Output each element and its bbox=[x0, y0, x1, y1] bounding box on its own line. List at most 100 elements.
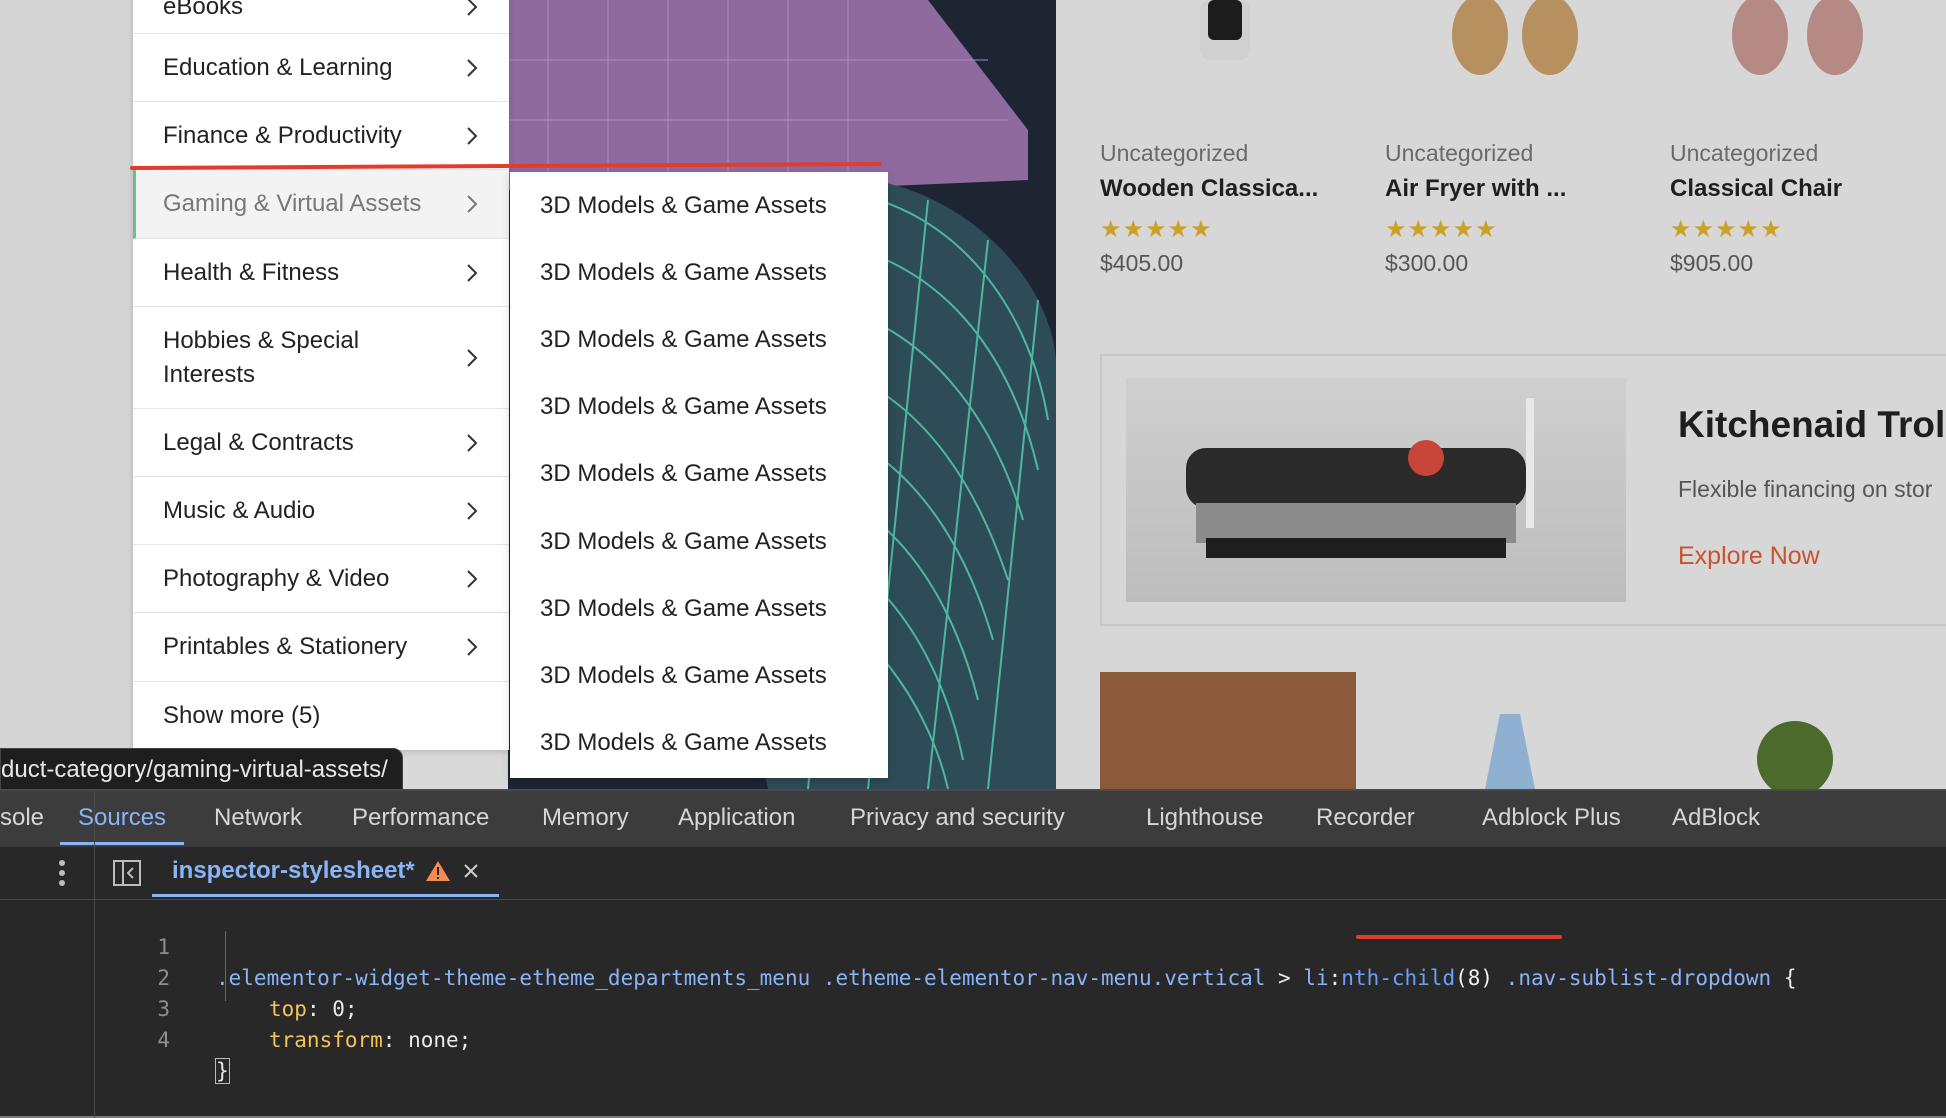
submenu-item[interactable]: 3D Models & Game Assets bbox=[510, 441, 888, 508]
line-number: 2 bbox=[157, 966, 170, 990]
code-line[interactable]: 1 .elementor-widget-theme-etheme_departm… bbox=[0, 901, 1796, 990]
tab-recorder[interactable]: Recorder bbox=[1316, 791, 1415, 845]
line-number: 3 bbox=[157, 997, 170, 1021]
selector-part: .vertical bbox=[1151, 966, 1266, 990]
promo-title: Kitchenaid Trolly bbox=[1678, 404, 1946, 445]
submenu-item[interactable]: 3D Models & Game Assets bbox=[510, 239, 888, 306]
selector-part: .etheme-elementor-nav-menu bbox=[810, 966, 1152, 990]
close-icon[interactable] bbox=[461, 861, 481, 881]
explore-now-link[interactable]: Explore Now bbox=[1678, 542, 1820, 571]
tab-application[interactable]: Application bbox=[678, 791, 795, 845]
selector-part: .elementor-widget-theme-etheme_departmen… bbox=[216, 966, 811, 990]
line-content[interactable]: transform: none; bbox=[269, 1025, 471, 1056]
tab-privacy-security[interactable]: Privacy and security bbox=[850, 791, 1065, 845]
menu-item-health[interactable]: Health & Fitness bbox=[133, 239, 509, 307]
menu-item-gaming[interactable]: Gaming & Virtual Assets bbox=[133, 170, 509, 239]
product-category[interactable]: Uncategorized bbox=[1385, 140, 1533, 167]
menu-item-label: eBooks bbox=[163, 0, 244, 20]
line-content[interactable]: .elementor-widget-theme-etheme_departmen… bbox=[216, 963, 1796, 994]
submenu-item[interactable]: 3D Models & Game Assets bbox=[510, 710, 888, 777]
submenu-item[interactable]: 3D Models & Game Assets bbox=[510, 575, 888, 642]
devtools-panel: sole Sources Network Performance Memory … bbox=[0, 789, 1946, 1118]
line-number: 1 bbox=[157, 935, 170, 959]
menu-item-finance[interactable]: Finance & Productivity bbox=[133, 102, 509, 170]
status-url-tooltip: duct-category/gaming-virtual-assets/ bbox=[0, 748, 403, 789]
more-options-icon[interactable] bbox=[52, 857, 72, 889]
menu-item-label: Printables & Stationery bbox=[163, 633, 408, 660]
pseudo-arg: (8) bbox=[1455, 966, 1494, 990]
chevron-right-icon bbox=[467, 126, 478, 145]
webpage-viewport: Uncategorized Wooden Classica... ★★★★★ $… bbox=[0, 0, 1946, 789]
chevron-right-icon bbox=[467, 58, 478, 77]
product-thumb-plant[interactable] bbox=[1735, 714, 1855, 789]
file-tab-inspector-stylesheet[interactable]: inspector-stylesheet* bbox=[152, 847, 499, 897]
product-title[interactable]: Classical Chair bbox=[1670, 175, 1842, 203]
css-property: top bbox=[269, 997, 307, 1021]
page-left-margin bbox=[0, 0, 133, 789]
chevron-right-icon bbox=[467, 263, 478, 282]
indent-guide bbox=[225, 931, 226, 1001]
menu-item-label: Photography & Video bbox=[163, 564, 390, 592]
red-annotation-underline bbox=[1356, 935, 1562, 939]
menu-item-label: Gaming & Virtual Assets bbox=[163, 190, 422, 217]
menu-item-photography[interactable]: Photography & Video bbox=[133, 545, 509, 613]
code-line[interactable]: 2 top: 0; bbox=[0, 932, 357, 1021]
css-value: 0 bbox=[332, 997, 345, 1021]
promo-banner[interactable]: Kitchenaid Trolly Flexible financing on … bbox=[1100, 354, 1946, 626]
toggle-sidebar-icon[interactable] bbox=[112, 859, 142, 887]
product-image-shoes bbox=[1452, 0, 1578, 75]
menu-item-education[interactable]: Education & Learning bbox=[133, 34, 509, 102]
tab-performance[interactable]: Performance bbox=[352, 791, 489, 845]
submenu-item[interactable]: 3D Models & Game Assets bbox=[510, 306, 888, 373]
product-title[interactable]: Air Fryer with ... bbox=[1385, 175, 1566, 203]
tab-console[interactable]: sole bbox=[0, 791, 44, 845]
editor-file-bar: inspector-stylesheet* bbox=[0, 847, 1946, 900]
chevron-right-icon bbox=[467, 195, 478, 213]
tab-memory[interactable]: Memory bbox=[542, 791, 629, 845]
pseudo-class: nth-child bbox=[1341, 966, 1456, 990]
menu-item-legal[interactable]: Legal & Contracts bbox=[133, 409, 509, 477]
promo-image bbox=[1126, 378, 1626, 602]
submenu-item[interactable]: 3D Models & Game Assets bbox=[510, 374, 888, 441]
line-content[interactable]: top: 0; bbox=[269, 994, 358, 1025]
product-title[interactable]: Wooden Classica... bbox=[1100, 175, 1318, 203]
submenu-item[interactable]: 3D Models & Game Assets bbox=[510, 642, 888, 709]
product-category[interactable]: Uncategorized bbox=[1670, 140, 1818, 167]
menu-item-label: Music & Audio bbox=[163, 496, 316, 524]
menu-item-label: Hobbies & Special Interests bbox=[163, 326, 360, 388]
star-rating: ★★★★★ bbox=[1100, 216, 1213, 243]
code-line[interactable]: 3 transform: none; bbox=[0, 963, 471, 1052]
product-price: $905.00 bbox=[1670, 250, 1754, 276]
css-value: none bbox=[408, 1028, 459, 1052]
menu-item-printables[interactable]: Printables & Stationery bbox=[133, 613, 509, 682]
open-brace: { bbox=[1771, 966, 1797, 990]
tab-adblock[interactable]: AdBlock bbox=[1672, 791, 1760, 845]
chevron-right-icon bbox=[467, 0, 478, 16]
menu-item-label: Finance & Productivity bbox=[163, 121, 402, 149]
line-content[interactable]: } bbox=[215, 1056, 230, 1087]
tab-network[interactable]: Network bbox=[214, 791, 302, 845]
show-more-button[interactable]: Show more (5) bbox=[133, 682, 509, 750]
code-line[interactable]: 4 } bbox=[0, 994, 230, 1084]
menu-item-hobbies[interactable]: Hobbies & Special Interests bbox=[133, 307, 509, 409]
tab-adblock-plus[interactable]: Adblock Plus bbox=[1482, 791, 1621, 845]
product-thumb-wood[interactable] bbox=[1100, 672, 1356, 789]
menu-item-label: Legal & Contracts bbox=[163, 428, 354, 456]
chevron-right-icon bbox=[467, 433, 478, 452]
product-category[interactable]: Uncategorized bbox=[1100, 140, 1248, 167]
submenu-item[interactable]: 3D Models & Game Assets bbox=[510, 172, 888, 239]
tab-sources[interactable]: Sources bbox=[60, 791, 185, 845]
close-brace: } bbox=[215, 1058, 230, 1084]
nav-sublist-dropdown: 3D Models & Game Assets 3D Models & Game… bbox=[510, 172, 888, 778]
menu-item-ebooks[interactable]: eBooks bbox=[133, 0, 509, 34]
selector-part: .nav-sublist-dropdown bbox=[1493, 966, 1772, 990]
chevron-right-icon bbox=[467, 348, 478, 367]
file-tab-label: inspector-stylesheet* bbox=[172, 856, 415, 884]
product-thumb-dress[interactable] bbox=[1480, 714, 1540, 789]
css-property: transform bbox=[269, 1028, 383, 1052]
star-rating: ★★★★★ bbox=[1670, 216, 1783, 243]
submenu-item[interactable]: 3D Models & Game Assets bbox=[510, 508, 888, 575]
menu-item-music[interactable]: Music & Audio bbox=[133, 477, 509, 545]
tab-lighthouse[interactable]: Lighthouse bbox=[1146, 791, 1263, 845]
menu-item-label: Health & Fitness bbox=[163, 258, 340, 286]
